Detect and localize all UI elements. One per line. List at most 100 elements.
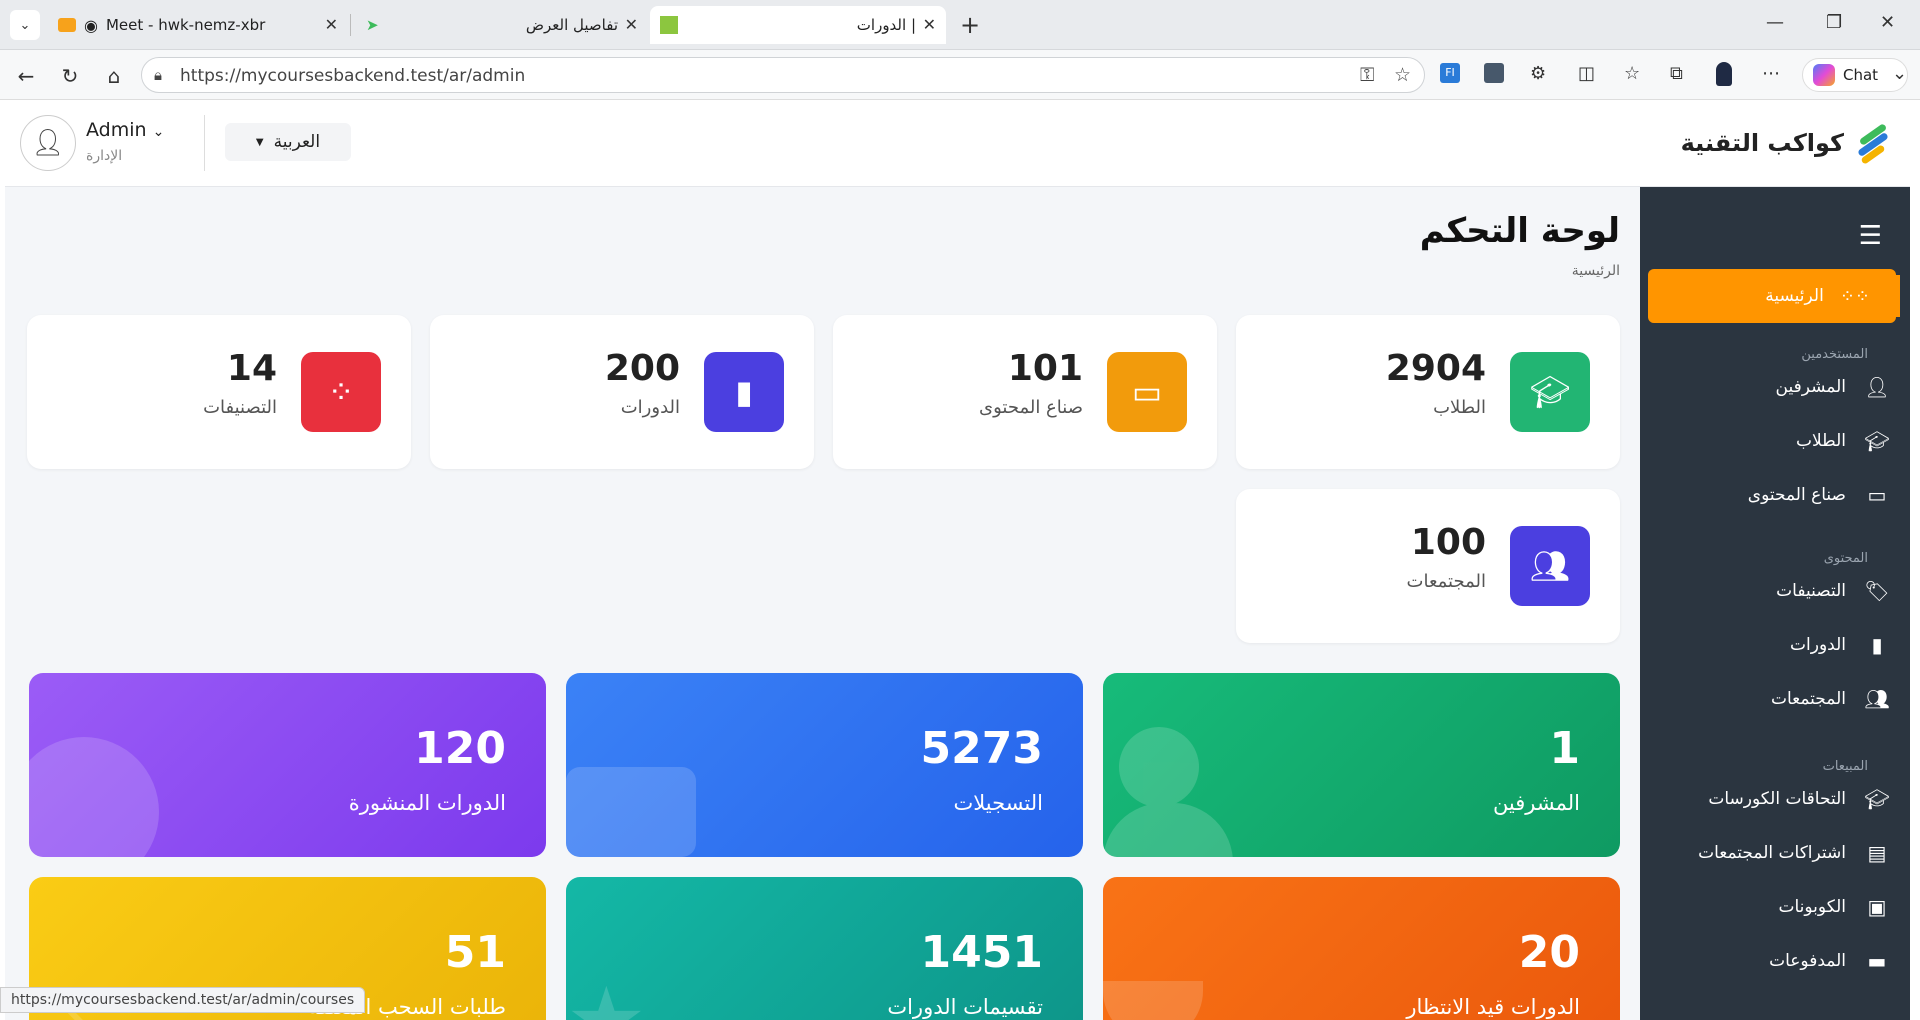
tab-title: الدورات | (856, 16, 916, 34)
split-screen-icon[interactable]: ◫ (1578, 63, 1595, 84)
summary-card-pending-courses[interactable]: 20 الدورات قيد الانتظار (1103, 877, 1620, 1020)
tab-list-button[interactable]: ⌄ (10, 10, 40, 40)
tab-divider (350, 14, 351, 36)
close-icon[interactable]: ✕ (325, 15, 338, 34)
sidebar-item-categories[interactable]: التصنيفات 🏷︎ (1776, 571, 1890, 611)
user-avatar[interactable]: 👤︎ (20, 115, 76, 171)
stat-card-courses[interactable]: ▮ 200 الدورات (430, 315, 814, 469)
stat-label: صناع المحتوى (979, 397, 1083, 418)
sidebar-item-communities[interactable]: المجتمعات 👥︎ (1771, 679, 1890, 719)
tab-offer-details[interactable]: ➤ تفاصيل العرض ✕ (356, 6, 648, 44)
brand-logo[interactable]: كواكب التقنية (1680, 123, 1890, 165)
stat-value: 101 (1007, 348, 1083, 389)
ticket-icon: ▣ (1867, 895, 1887, 919)
grid-icon: ⁘⁘ (1839, 285, 1870, 307)
sidebar-item-home[interactable]: الرئيسية ⁘⁘ (1648, 269, 1900, 323)
chevron-down-icon[interactable]: ⌄ (1892, 63, 1907, 84)
summary-value: 1 (1549, 723, 1580, 774)
favorite-star-icon[interactable]: ☆ (1394, 64, 1411, 86)
meet-icon (58, 18, 76, 32)
check-circle-icon (29, 737, 159, 857)
language-dropdown[interactable]: ▼ العربية (225, 123, 351, 161)
lock-icon[interactable]: 🔒︎ (154, 66, 162, 84)
close-icon[interactable]: ✕ (923, 15, 936, 34)
sidebar-section-users: المستخدمين (1801, 347, 1868, 362)
close-icon[interactable]: ✕ (625, 15, 638, 34)
graduate-icon: 🎓︎ (1864, 429, 1890, 453)
user-name: Admin (86, 119, 147, 141)
key-icon[interactable]: ⚿ (1360, 64, 1374, 86)
hamburger-menu-icon[interactable]: ☰ (1859, 221, 1882, 251)
sidebar-item-payments[interactable]: المدفوعات ▬ (1769, 941, 1890, 981)
extension-icon[interactable] (1484, 63, 1504, 83)
stat-card-students[interactable]: 🎓︎ 2904 الطلاب (1236, 315, 1620, 469)
url-bar[interactable]: 🔒︎ https://mycoursesbackend.test/ar/admi… (141, 57, 1425, 93)
url-text[interactable]: https://mycoursesbackend.test/ar/admin (180, 66, 525, 86)
summary-value: 51 (444, 927, 506, 978)
brand-name: كواكب التقنية (1680, 129, 1844, 157)
people-icon: 👥︎ (1864, 687, 1890, 711)
minimize-button[interactable]: — (1766, 12, 1784, 33)
chevron-down-icon: ⌄ (152, 124, 165, 140)
new-tab-button[interactable]: + (960, 12, 980, 38)
breadcrumb[interactable]: الرئيسية (1572, 263, 1620, 279)
hourglass-icon (1103, 981, 1203, 1020)
favorites-icon[interactable]: ☆ (1624, 63, 1640, 84)
summary-card-registrations[interactable]: 5273 التسجيلات (566, 673, 1083, 857)
tab-title: تفاصيل العرض (525, 16, 618, 34)
graduate-icon: 🎓︎ (1510, 352, 1590, 432)
sidebar-section-content: المحتوى (1823, 551, 1868, 566)
sidebar-item-enrollments[interactable]: التحاقات الكورسات 🎓︎ (1708, 779, 1890, 819)
sidebar-item-supervisors[interactable]: المشرفين 👤︎ (1776, 367, 1890, 407)
sidebar-item-students[interactable]: الطلاب 🎓︎ (1796, 421, 1890, 461)
summary-card-published-courses[interactable]: 120 الدورات المنشورة (29, 673, 546, 857)
tags-icon: 🏷︎ (1864, 579, 1890, 603)
favicon-icon (660, 16, 678, 34)
tab-courses[interactable]: الدورات | ✕ (650, 6, 946, 44)
sidebar-item-label: التصنيفات (1776, 581, 1846, 601)
teacher-icon: ▭ (1107, 352, 1187, 432)
profile-avatar[interactable] (1716, 62, 1732, 86)
user-shield-icon (1103, 727, 1263, 857)
tab-meet[interactable]: ◉ Meet - hwk-nemz-xbr ✕ (48, 6, 348, 44)
leaf-icon: ➤ (366, 16, 379, 34)
sidebar-item-courses[interactable]: الدورات ▮ (1790, 625, 1890, 665)
home-button[interactable]: ⌂ (100, 62, 128, 90)
stat-label: المجتمعات (1406, 571, 1486, 592)
user-menu[interactable]: Admin ⌄ (86, 119, 164, 141)
more-menu-icon[interactable]: ⋯ (1762, 63, 1780, 84)
sidebar-item-creators[interactable]: صناع المحتوى ▭ (1748, 475, 1890, 515)
summary-card-course-sections[interactable]: ★ 1451 تقسيمات الدورات (566, 877, 1083, 1020)
book-icon: ▮ (704, 352, 784, 432)
extensions-puzzle-icon[interactable]: ⚙ (1530, 63, 1546, 84)
stat-card-communities[interactable]: 👥︎ 100 المجتمعات (1236, 489, 1620, 643)
summary-card-supervisors[interactable]: 1 المشرفين (1103, 673, 1620, 857)
teacher-icon: ▭ (1867, 483, 1887, 507)
sidebar-item-coupons[interactable]: الكوبونات ▣ (1778, 887, 1890, 927)
language-label: العربية (273, 132, 321, 152)
stat-value: 14 (226, 348, 277, 389)
back-button[interactable]: ← (12, 62, 40, 90)
credit-card-icon: ▬ (1867, 949, 1887, 973)
sidebar-item-community-subscriptions[interactable]: اشتراكات المجتمعات ▤ (1698, 833, 1890, 873)
maximize-button[interactable]: ❐ (1826, 12, 1842, 33)
sidebar-item-label: الدورات (1790, 635, 1846, 655)
header-divider (204, 115, 205, 171)
summary-label: تقسيمات الدورات (887, 995, 1043, 1019)
stat-value: 100 (1410, 522, 1486, 563)
stat-card-categories[interactable]: ⁘ 14 التصنيفات (27, 315, 411, 469)
summary-label: الدورات المنشورة (348, 791, 506, 815)
star-icon: ★ (566, 976, 686, 1020)
caret-down-icon: ▼ (255, 136, 264, 148)
summary-label: المشرفين (1492, 791, 1580, 815)
window-close-button[interactable]: ✕ (1880, 12, 1895, 33)
sidebar-item-label: اشتراكات المجتمعات (1698, 843, 1846, 863)
reload-button[interactable]: ↻ (56, 62, 84, 90)
collections-icon[interactable]: ⧉ (1670, 63, 1683, 84)
stat-card-creators[interactable]: ▭ 101 صناع المحتوى (833, 315, 1217, 469)
sidebar: ☰ الرئيسية ⁘⁘ المستخدمين المشرفين 👤︎ الط… (1640, 187, 1910, 1020)
extension-fi-icon[interactable]: FI (1440, 63, 1460, 83)
stat-value: 2904 (1385, 348, 1486, 389)
user-shield-icon: 👤︎ (1864, 375, 1890, 399)
card-icon (566, 757, 696, 857)
